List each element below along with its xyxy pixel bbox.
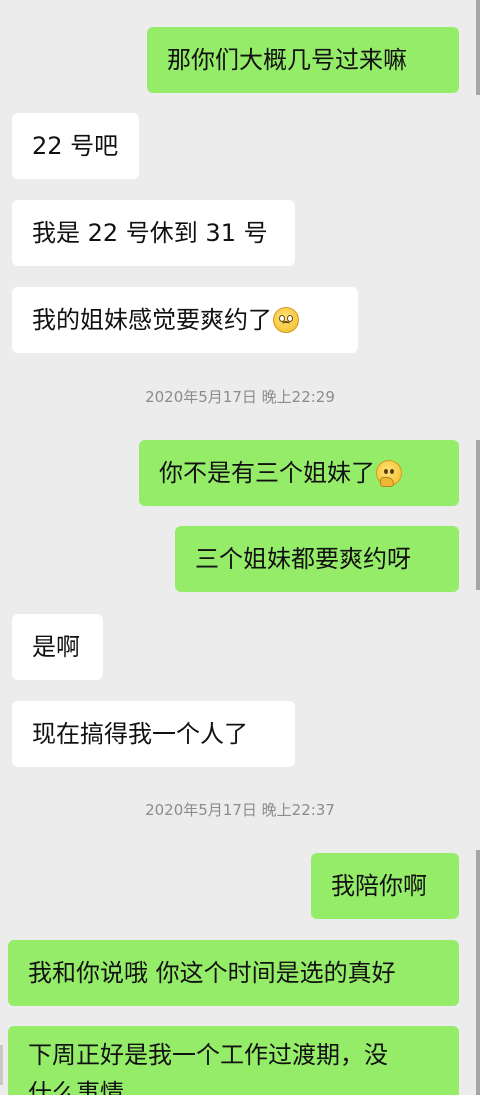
outgoing-message[interactable]: 你不是有三个姐妹了 — [139, 440, 459, 506]
incoming-message[interactable]: 我的姐妹感觉要爽约了 — [12, 287, 358, 353]
screen-edge — [0, 1045, 3, 1085]
outgoing-message[interactable]: 那你们大概几号过来嘛 — [147, 27, 459, 93]
message-text: 你不是有三个姐妹了 — [159, 459, 375, 487]
outgoing-message[interactable]: 下周正好是我一个工作过渡期，没 什么事情 — [8, 1026, 459, 1095]
incoming-message[interactable]: 现在搞得我一个人了 — [12, 701, 295, 767]
message-text: 三个姐妹都要爽约呀 — [195, 545, 411, 573]
screen-edge — [476, 0, 480, 95]
message-text: 我的姐妹感觉要爽约了 — [32, 306, 272, 334]
message-text: 22 号吧 — [32, 132, 119, 160]
screen-edge — [476, 850, 480, 1095]
message-timestamp: 2020年5月17日 晚上22:37 — [145, 801, 335, 819]
message-timestamp: 2020年5月17日 晚上22:29 — [145, 388, 335, 406]
incoming-message[interactable]: 是啊 — [12, 614, 103, 680]
message-text-continuation: 什么事情 — [28, 1079, 124, 1095]
worried-face-icon — [273, 307, 299, 333]
incoming-message[interactable]: 22 号吧 — [12, 113, 139, 179]
chat-conversation: 那你们大概几号过来嘛 22 号吧 我是 22 号休到 31 号 我的姐妹感觉要爽… — [0, 0, 480, 1095]
message-text: 我陪你啊 — [331, 872, 427, 900]
outgoing-message[interactable]: 我和你说哦 你这个时间是选的真好 — [8, 940, 459, 1006]
message-text: 那你们大概几号过来嘛 — [167, 46, 407, 74]
message-text: 我是 22 号休到 31 号 — [32, 219, 268, 247]
screen-edge — [476, 440, 480, 590]
outgoing-message[interactable]: 三个姐妹都要爽约呀 — [175, 526, 459, 592]
message-text: 现在搞得我一个人了 — [32, 720, 248, 748]
message-text: 下周正好是我一个工作过渡期，没 — [28, 1041, 388, 1069]
message-text: 我和你说哦 你这个时间是选的真好 — [28, 959, 396, 987]
incoming-message[interactable]: 我是 22 号休到 31 号 — [12, 200, 295, 266]
outgoing-message[interactable]: 我陪你啊 — [311, 853, 459, 919]
message-text: 是啊 — [32, 633, 80, 661]
thinking-face-icon — [376, 460, 402, 487]
